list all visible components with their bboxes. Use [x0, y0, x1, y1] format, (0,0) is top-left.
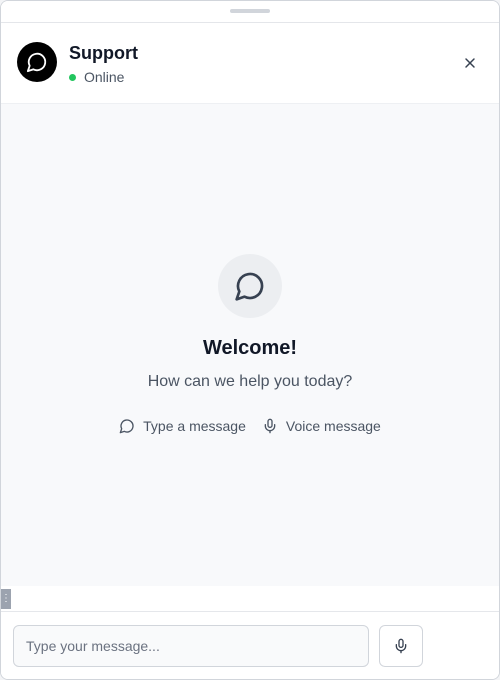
welcome-title: Welcome! [202, 337, 298, 359]
chat-header: Support Online [1, 23, 499, 104]
status-text: Online [84, 69, 125, 85]
close-button[interactable] [461, 54, 479, 72]
chat-bubble-icon [235, 272, 264, 301]
online-dot [69, 73, 76, 81]
hint-label: Type a message [143, 418, 246, 434]
chat-bubble-icon [26, 52, 47, 73]
chat-widget: Support Online Welcome! How can we help … [0, 0, 500, 680]
drag-handle[interactable] [230, 9, 270, 13]
status-indicator: Online [69, 69, 124, 85]
resize-grip-icon[interactable]: ⋮ [1, 589, 11, 609]
voice-record-button[interactable] [379, 625, 423, 667]
avatar [17, 42, 57, 82]
hint-type-message: Type a message [119, 418, 246, 434]
chat-bubble-icon [119, 419, 134, 434]
message-input-wrapper [13, 625, 369, 667]
hint-label: Voice message [285, 418, 381, 434]
microphone-icon [264, 418, 276, 434]
chat-body: Welcome! How can we help you today? Type… [1, 104, 499, 586]
hint-voice-message: Voice message [262, 418, 381, 434]
composer [1, 611, 499, 679]
close-icon [465, 58, 475, 68]
header-title: Support [69, 43, 138, 63]
drag-handle-bar[interactable] [1, 1, 499, 23]
welcome-subtitle: How can we help you today? [147, 373, 353, 390]
message-input[interactable] [14, 626, 368, 666]
input-hints: Type a message Voice message [1, 418, 499, 434]
welcome-icon-circle [218, 254, 282, 318]
microphone-icon [395, 638, 407, 654]
